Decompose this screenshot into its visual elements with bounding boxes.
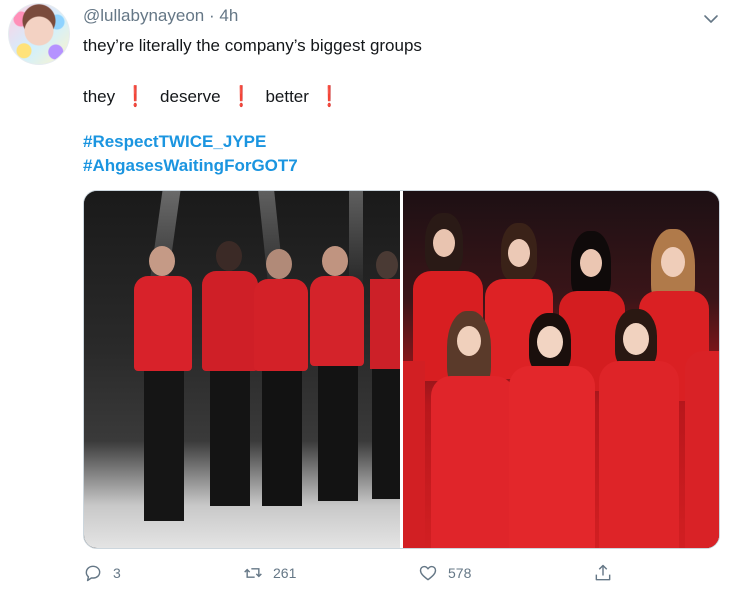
tweet-word: deserve (160, 86, 221, 106)
like-count: 578 (448, 565, 472, 581)
tweet-text-line-2: they ❗ deserve ❗ better ❗ (83, 84, 354, 109)
share-button[interactable] (593, 563, 623, 583)
reply-count: 3 (113, 565, 121, 581)
tweet-text-line-1: they’re literally the company’s biggest … (83, 36, 422, 55)
heart-icon (419, 565, 437, 581)
exclamation-emoji: ❗ (126, 86, 145, 108)
retweet-count: 261 (273, 565, 297, 581)
attached-photo-left[interactable] (84, 191, 400, 548)
reply-button[interactable]: 3 (83, 563, 121, 583)
tweet-word: they (83, 86, 116, 106)
tweet-word: better (265, 86, 309, 106)
retweet-icon (244, 568, 262, 578)
like-button[interactable]: 578 (418, 563, 471, 583)
hashtag-link[interactable]: #AhgasesWaitingForGOT7 (83, 156, 298, 176)
tweet-actions: 3 261 578 (83, 563, 683, 587)
reply-icon (85, 565, 101, 582)
share-icon (595, 564, 611, 581)
exclamation-emoji: ❗ (232, 86, 250, 108)
header-separator: · (208, 6, 215, 25)
avatar[interactable] (8, 3, 70, 65)
exclamation-emoji: ❗ (320, 86, 339, 108)
tweet-timestamp[interactable]: 4h (219, 6, 238, 25)
retweet-button[interactable]: 261 (243, 563, 296, 583)
chevron-down-icon[interactable] (703, 11, 719, 27)
user-handle[interactable]: @lullabynayeon (83, 6, 204, 25)
attached-photo-right[interactable] (403, 191, 719, 548)
tweet-header: @lullabynayeon · 4h (83, 6, 238, 26)
hashtag-link[interactable]: #RespectTWICE_JYPE (83, 132, 266, 152)
media-attachment[interactable] (83, 190, 720, 549)
